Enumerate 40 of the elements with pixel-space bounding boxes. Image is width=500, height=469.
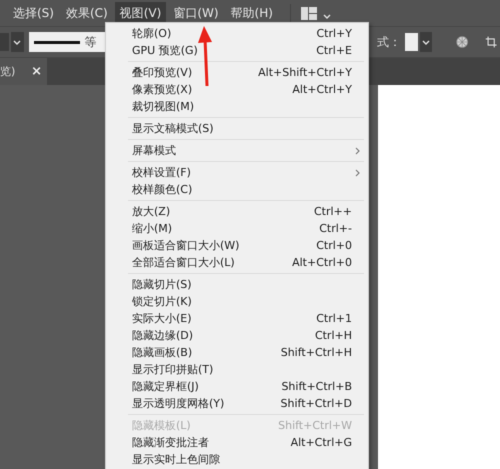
style-label: 式： <box>376 34 401 50</box>
menu-option[interactable]: 缩小(M) Ctrl+- <box>106 220 368 237</box>
menu-option[interactable]: 显示实时上色间隙 <box>106 451 368 468</box>
menu-item[interactable]: 窗口(W) <box>168 2 224 24</box>
menu-option[interactable]: 屏幕模式 <box>106 142 368 159</box>
style-swatch[interactable] <box>404 33 418 51</box>
stroke-line-icon <box>34 40 80 44</box>
menu-option[interactable]: 隐藏边缘(D) Ctrl+H <box>106 327 368 344</box>
menu-item[interactable]: 帮助(H) <box>226 2 278 24</box>
menu-item[interactable]: 视图(V) <box>114 2 166 24</box>
menu-option[interactable]: 锁定切片(K) <box>106 293 368 310</box>
dropdown-button[interactable] <box>11 32 24 52</box>
menu-option[interactable]: 画板适合窗口大小(W) Ctrl+0 <box>106 237 368 254</box>
menu-option[interactable]: 叠印预览(V) Alt+Shift+Ctrl+Y <box>106 64 368 81</box>
menu-option[interactable]: 隐藏渐变批注者 Alt+Ctrl+G <box>106 434 368 451</box>
menu-item[interactable]: 选择(S) <box>8 2 59 24</box>
chevron-down-icon <box>422 40 430 44</box>
stroke-label: 等 <box>84 34 97 50</box>
menu-option[interactable]: 显示文稿模式(S) <box>106 120 368 137</box>
chevron-down-icon <box>322 14 331 18</box>
menu-option[interactable]: 放大(Z) Ctrl++ <box>106 203 368 220</box>
menu-option[interactable]: 校样颜色(C) <box>106 181 368 198</box>
menu-option[interactable]: 校样设置(F) <box>106 164 368 181</box>
globe-icon[interactable] <box>456 34 469 50</box>
document-tab-title[interactable]: 览) <box>0 64 16 79</box>
menu-option[interactable]: 实际大小(E) Ctrl+1 <box>106 310 368 327</box>
layout-icon[interactable] <box>300 6 317 20</box>
arrow-annotation <box>198 24 214 88</box>
menu-option[interactable]: 裁切视图(M) <box>106 98 368 115</box>
menu-option[interactable]: 隐藏切片(S) <box>106 276 368 293</box>
menu-option[interactable]: 隐藏定界框(J) Shift+Ctrl+B <box>106 378 368 395</box>
menu-option[interactable]: 像素预览(X) Alt+Ctrl+Y <box>106 81 368 98</box>
menu-option[interactable]: 显示打印拼贴(T) <box>106 361 368 378</box>
menu-option[interactable]: 全部适合窗口大小(L) Alt+Ctrl+0 <box>106 254 368 271</box>
menu-item[interactable]: 效果(C) <box>60 2 113 24</box>
menu-option[interactable]: 显示透明度网格(Y) Shift+Ctrl+D <box>106 395 368 412</box>
close-button[interactable]: × <box>31 64 42 79</box>
chevron-down-icon <box>13 40 22 44</box>
menu-option[interactable]: 隐藏画板(B) Shift+Ctrl+H <box>106 344 368 361</box>
dropdown-button[interactable] <box>420 32 432 52</box>
